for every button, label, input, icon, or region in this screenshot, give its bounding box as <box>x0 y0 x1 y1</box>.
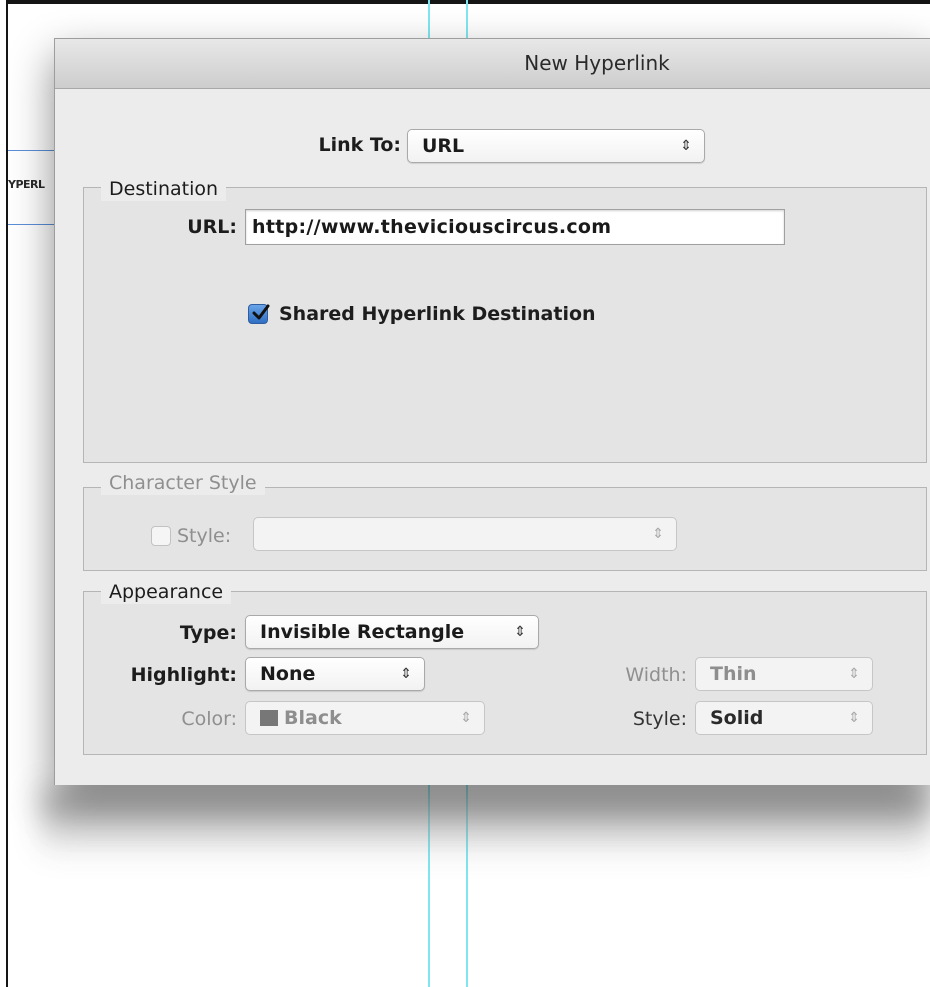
new-hyperlink-dialog: New Hyperlink Link To: URL ⇕ Destination… <box>54 38 930 785</box>
popup-arrows-icon: ⇕ <box>848 666 860 682</box>
popup-arrows-icon: ⇕ <box>652 526 664 542</box>
width-popup[interactable]: Thin ⇕ <box>695 657 873 691</box>
border-style-value: Solid <box>710 707 764 729</box>
destination-group-title: Destination <box>101 177 227 201</box>
character-style-label: Style: <box>177 525 232 547</box>
link-to-value: URL <box>422 135 465 157</box>
text-frame-top-edge <box>8 150 58 151</box>
highlight-label: Highlight: <box>130 664 237 686</box>
popup-arrows-icon: ⇕ <box>400 666 412 682</box>
style-checkbox[interactable] <box>151 526 171 546</box>
character-style-popup[interactable]: ⇕ <box>253 517 677 551</box>
width-label: Width: <box>625 664 687 686</box>
color-popup[interactable]: Black ⇕ <box>245 701 485 735</box>
page-top-edge <box>6 0 930 4</box>
color-label: Color: <box>181 708 237 730</box>
type-label: Type: <box>179 622 237 644</box>
dialog-titlebar[interactable]: New Hyperlink <box>55 39 930 89</box>
dialog-shadow <box>40 790 930 860</box>
type-value: Invisible Rectangle <box>260 621 465 643</box>
width-value: Thin <box>710 663 757 685</box>
text-frame-bottom-edge <box>8 224 58 225</box>
highlight-value: None <box>260 663 316 685</box>
color-value: Black <box>284 707 342 729</box>
url-input[interactable]: http://www.theviciouscircus.com <box>245 209 785 245</box>
type-popup[interactable]: Invisible Rectangle ⇕ <box>245 615 539 649</box>
shared-destination-label[interactable]: Shared Hyperlink Destination <box>279 302 596 326</box>
shared-destination-checkbox[interactable] <box>248 304 270 324</box>
dialog-title: New Hyperlink <box>524 51 670 75</box>
background-frame-text: YPERL <box>8 178 45 191</box>
character-style-group-title: Character Style <box>101 471 265 495</box>
border-style-label: Style: <box>632 708 687 730</box>
appearance-group-title: Appearance <box>101 580 232 604</box>
check-icon <box>252 304 270 320</box>
popup-arrows-icon: ⇕ <box>848 710 860 726</box>
popup-arrows-icon: ⇕ <box>680 138 692 154</box>
page-left-edge <box>6 0 8 987</box>
popup-arrows-icon: ⇕ <box>514 624 526 640</box>
border-style-popup[interactable]: Solid ⇕ <box>695 701 873 735</box>
link-to-label: Link To: <box>318 134 402 156</box>
color-swatch <box>260 710 278 726</box>
highlight-popup[interactable]: None ⇕ <box>245 657 425 691</box>
url-label: URL: <box>187 216 237 238</box>
popup-arrows-icon: ⇕ <box>460 710 472 726</box>
link-to-popup[interactable]: URL ⇕ <box>407 129 705 163</box>
